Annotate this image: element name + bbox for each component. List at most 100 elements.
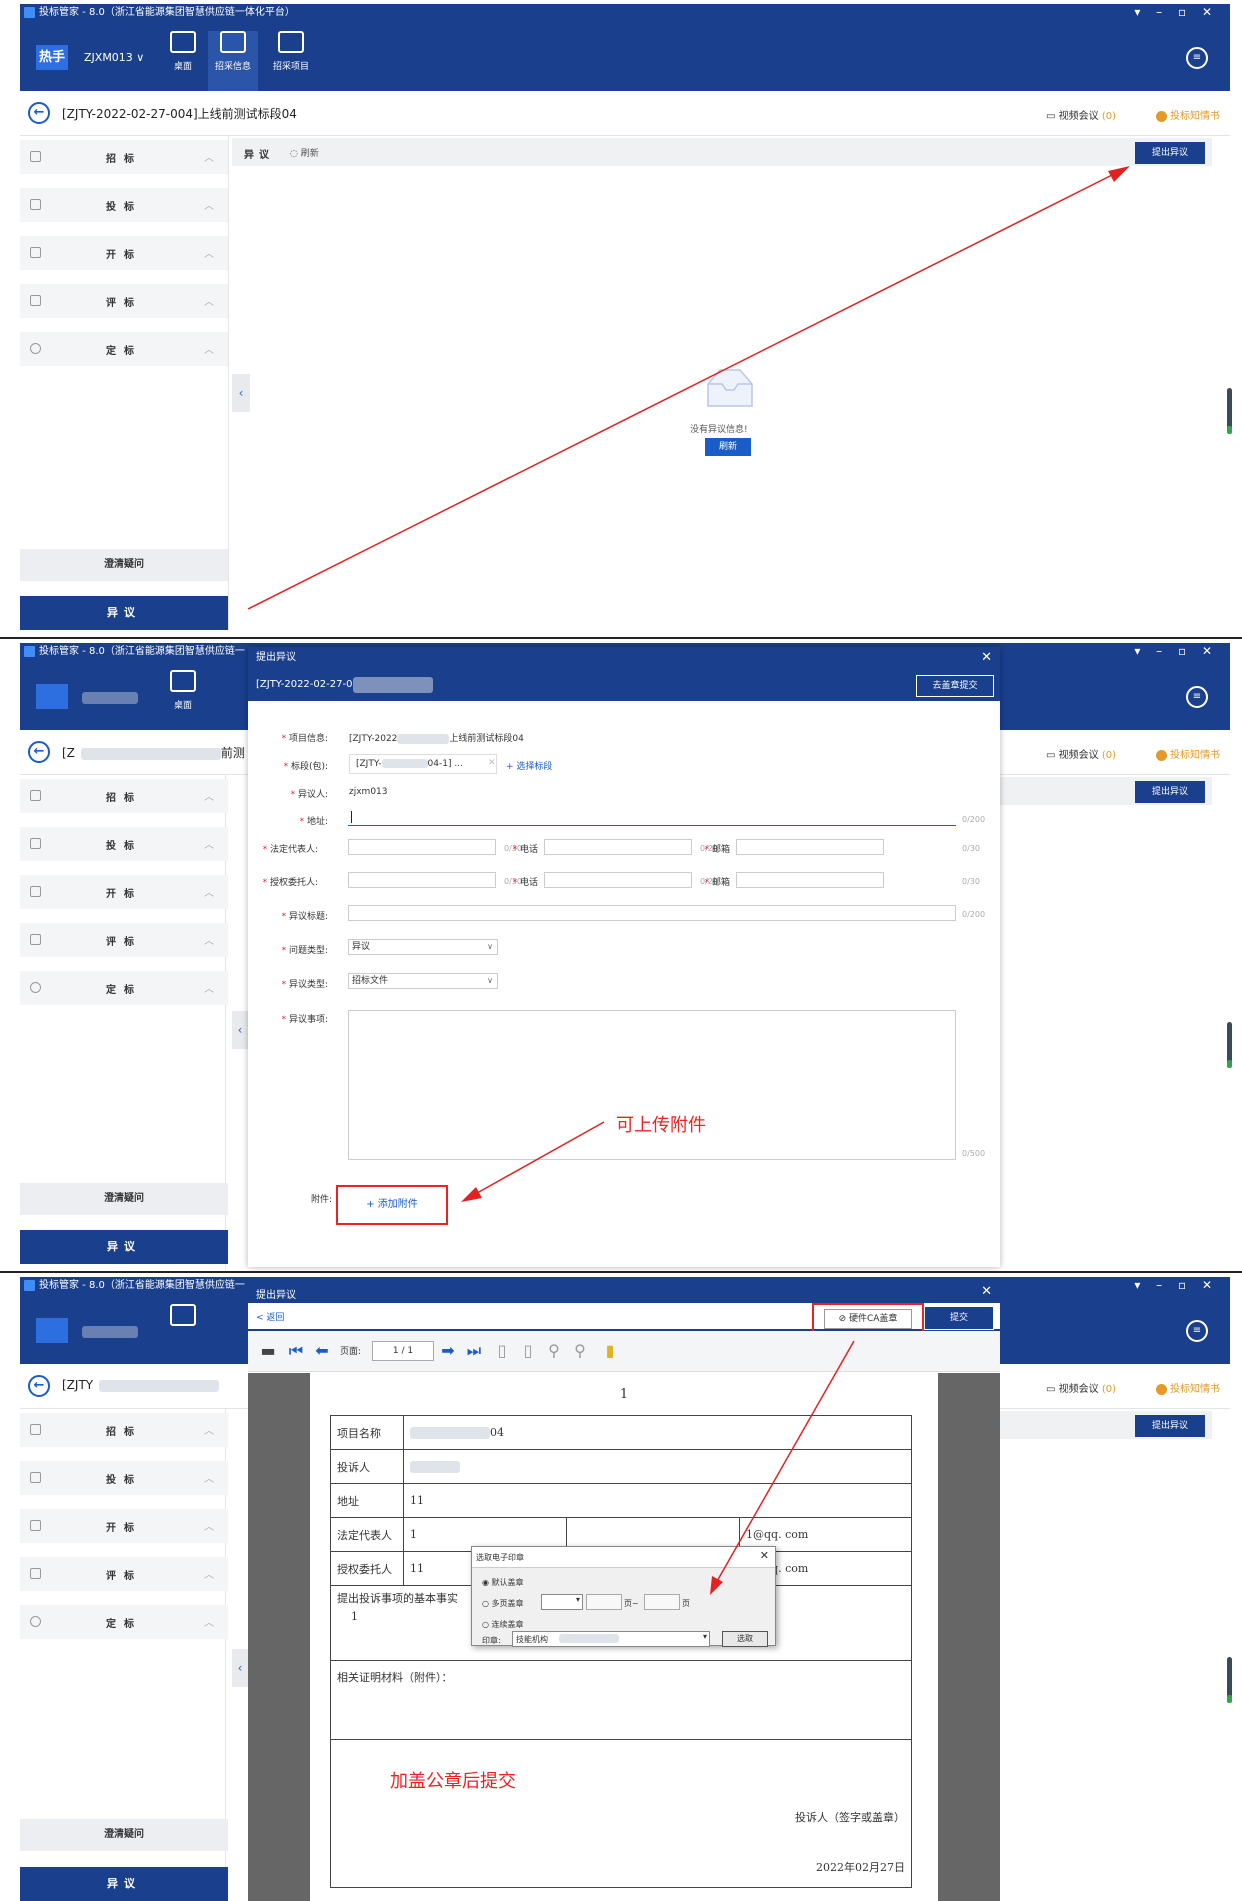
sidebar-item-evaluation[interactable]: 评标 ︿ <box>20 923 228 957</box>
add-attachment-button[interactable]: + 添加附件 <box>336 1185 448 1225</box>
window-controls[interactable]: ▾ – ▫ ✕ <box>1134 643 1218 660</box>
objection-button[interactable]: 异议 <box>20 596 228 630</box>
sidebar-item-award[interactable]: 定标 ︿ <box>20 332 228 366</box>
issue-type-label: * 问题类型: <box>281 946 328 956</box>
empty-refresh-button[interactable]: 刷新 <box>705 438 751 456</box>
video-meeting-link[interactable]: ▭ 视频会议 (0) <box>1046 1380 1116 1395</box>
nav-desktop[interactable] <box>158 1304 208 1332</box>
page-from-input[interactable] <box>586 1594 622 1610</box>
sidebar-item-opening[interactable]: 开标 ︿ <box>20 1509 228 1543</box>
window-controls[interactable]: ▾ – ▫ ✕ <box>1134 4 1218 21</box>
bid-notice-link[interactable]: 投标知情书 <box>1156 746 1220 761</box>
back-arrow-icon[interactable]: ← <box>28 1375 50 1397</box>
submit-button[interactable]: 提交 <box>924 1306 994 1330</box>
window-controls[interactable]: ▾ – ▫ ✕ <box>1134 1277 1218 1294</box>
collapse-arrow-icon[interactable]: ‹ <box>232 1649 248 1687</box>
sidebar-item-opening[interactable]: 开标 ︿ <box>20 875 228 909</box>
seal-select[interactable]: 技能机构 ▾ <box>512 1631 710 1647</box>
user-menu[interactable]: ZJXM013 ∨ <box>84 51 144 64</box>
sidebar-item-evaluation[interactable]: 评标 ︿ <box>20 284 228 318</box>
matter-textarea[interactable] <box>348 1010 956 1160</box>
sidebar-item-bid[interactable]: 投标 ︿ <box>20 827 228 861</box>
bid-notice-link[interactable]: 投标知情书 <box>1156 1380 1220 1395</box>
sidebar-item-award[interactable]: 定标 ︿ <box>20 1605 228 1639</box>
back-arrow-icon[interactable]: ← <box>28 102 50 124</box>
collapse-arrow-icon[interactable]: ‹ <box>232 374 250 412</box>
sidebar-item-tender[interactable]: 招标 ︿ <box>20 779 228 813</box>
objection-title-input[interactable] <box>348 905 956 921</box>
bid-notice-link[interactable]: 投标知情书 <box>1156 107 1220 122</box>
clarify-button[interactable]: 澄清疑问 <box>20 1819 228 1851</box>
clipboard-icon[interactable]: ≡ <box>1186 1320 1208 1342</box>
nav-desktop[interactable]: 桌面 <box>158 31 208 72</box>
bookmark-icon[interactable]: ▮ <box>600 1341 620 1361</box>
sidebar-item-opening[interactable]: 开标 ︿ <box>20 236 228 270</box>
nav-desktop[interactable]: 桌面 <box>158 670 208 711</box>
scrollbar-thumb[interactable] <box>1227 1657 1232 1703</box>
hardware-ca-button[interactable]: ⊘ 硬件CA盖章 <box>824 1309 912 1329</box>
edit-icon <box>30 934 41 945</box>
remove-tag-icon[interactable]: ✕ <box>488 758 496 768</box>
back-arrow-icon[interactable]: ← <box>28 741 50 763</box>
clipboard-icon[interactable]: ≡ <box>1186 47 1208 69</box>
agent-phone-label: * 电话 <box>512 878 538 888</box>
next-page-icon[interactable]: ➡ <box>438 1341 458 1361</box>
radio-continuous-seal[interactable]: ○ 连续盖章 <box>482 1619 524 1630</box>
sidebar-item-bid[interactable]: 投标 ︿ <box>20 1461 228 1495</box>
email-input[interactable] <box>736 839 884 855</box>
last-page-icon[interactable]: ⏭ <box>464 1341 484 1361</box>
radio-multi-page-seal[interactable]: ○ 多页盖章 <box>482 1598 524 1609</box>
objection-title-label: * 异议标题: <box>281 912 328 922</box>
submit-objection-button[interactable]: 提出异议 <box>1135 142 1205 164</box>
objection-title-count: 0/200 <box>962 910 986 919</box>
submit-seal-button[interactable]: 去盖章提交 <box>916 675 994 697</box>
objection-button[interactable]: 异议 <box>20 1867 228 1901</box>
nav-procurement-project[interactable]: 招采项目 <box>266 31 316 72</box>
objection-button[interactable]: 异议 <box>20 1230 228 1264</box>
submit-objection-button[interactable]: 提出异议 <box>1135 1415 1205 1437</box>
video-meeting-link[interactable]: ▭ 视频会议 (0) <box>1046 107 1116 122</box>
sidebar-item-tender[interactable]: 招标 ︿ <box>20 140 228 174</box>
single-page-icon[interactable]: ▯ <box>492 1341 512 1361</box>
refresh-link[interactable]: ◌ 刷新 <box>290 146 319 159</box>
sidebar-item-evaluation[interactable]: 评标 ︿ <box>20 1557 228 1591</box>
address-count: 0/200 <box>962 815 986 824</box>
choose-section-link[interactable]: + 选择标段 <box>506 759 552 772</box>
submit-objection-button[interactable]: 提出异议 <box>1135 781 1205 803</box>
zoom-in-icon[interactable]: ⚲ <box>570 1341 590 1361</box>
clarify-button[interactable]: 澄清疑问 <box>20 1183 228 1215</box>
objection-type-select[interactable]: 招标文件 ∨ <box>348 973 498 989</box>
sidebar-item-bid[interactable]: 投标 ︿ <box>20 188 228 222</box>
prev-page-icon[interactable]: ⬅ <box>312 1341 332 1361</box>
sidebar-item-award[interactable]: 定标 ︿ <box>20 971 228 1005</box>
close-icon[interactable]: ✕ <box>981 1284 992 1299</box>
print-icon[interactable]: ▬ <box>258 1341 278 1361</box>
issue-type-select[interactable]: 异议 ∨ <box>348 939 498 955</box>
section-label: * 标段(包): <box>283 762 328 772</box>
scrollbar-thumb[interactable] <box>1227 388 1232 434</box>
first-page-icon[interactable]: ⏮ <box>286 1341 306 1361</box>
nav-procurement-info[interactable]: 招采信息 <box>208 31 258 91</box>
agent-email-input[interactable] <box>736 872 884 888</box>
page-input[interactable]: 1 / 1 <box>372 1341 434 1361</box>
address-input[interactable] <box>348 810 956 826</box>
page-from-select[interactable]: ▾ <box>541 1594 583 1610</box>
fit-page-icon[interactable]: ▯ <box>518 1341 538 1361</box>
back-link[interactable]: < 返回 <box>256 1310 284 1323</box>
clipboard-icon[interactable]: ≡ <box>1186 686 1208 708</box>
dialog-action-bar: < 返回 ⊘ 硬件CA盖章 提交 <box>248 1303 1000 1337</box>
zoom-out-icon[interactable]: ⚲ <box>544 1341 564 1361</box>
radio-default-seal[interactable]: ◉ 默认盖章 <box>482 1577 524 1588</box>
clarify-button[interactable]: 澄清疑问 <box>20 549 228 581</box>
video-meeting-link[interactable]: ▭ 视频会议 (0) <box>1046 746 1116 761</box>
choose-seal-button[interactable]: 选取 <box>722 1631 768 1647</box>
chevron-down-icon: ∨ <box>487 976 493 985</box>
scrollbar-thumb[interactable] <box>1227 1022 1232 1068</box>
empty-inbox-icon <box>707 369 753 407</box>
sidebar-item-tender[interactable]: 招标 ︿ <box>20 1413 228 1447</box>
close-icon[interactable]: ✕ <box>760 1549 769 1562</box>
close-icon[interactable]: ✕ <box>981 647 992 669</box>
section-tag[interactable]: [ZJTY- 04-1] ... ✕ <box>349 754 497 774</box>
page-to-input[interactable] <box>644 1594 680 1610</box>
collapse-arrow-icon[interactable]: ‹ <box>232 1011 248 1049</box>
